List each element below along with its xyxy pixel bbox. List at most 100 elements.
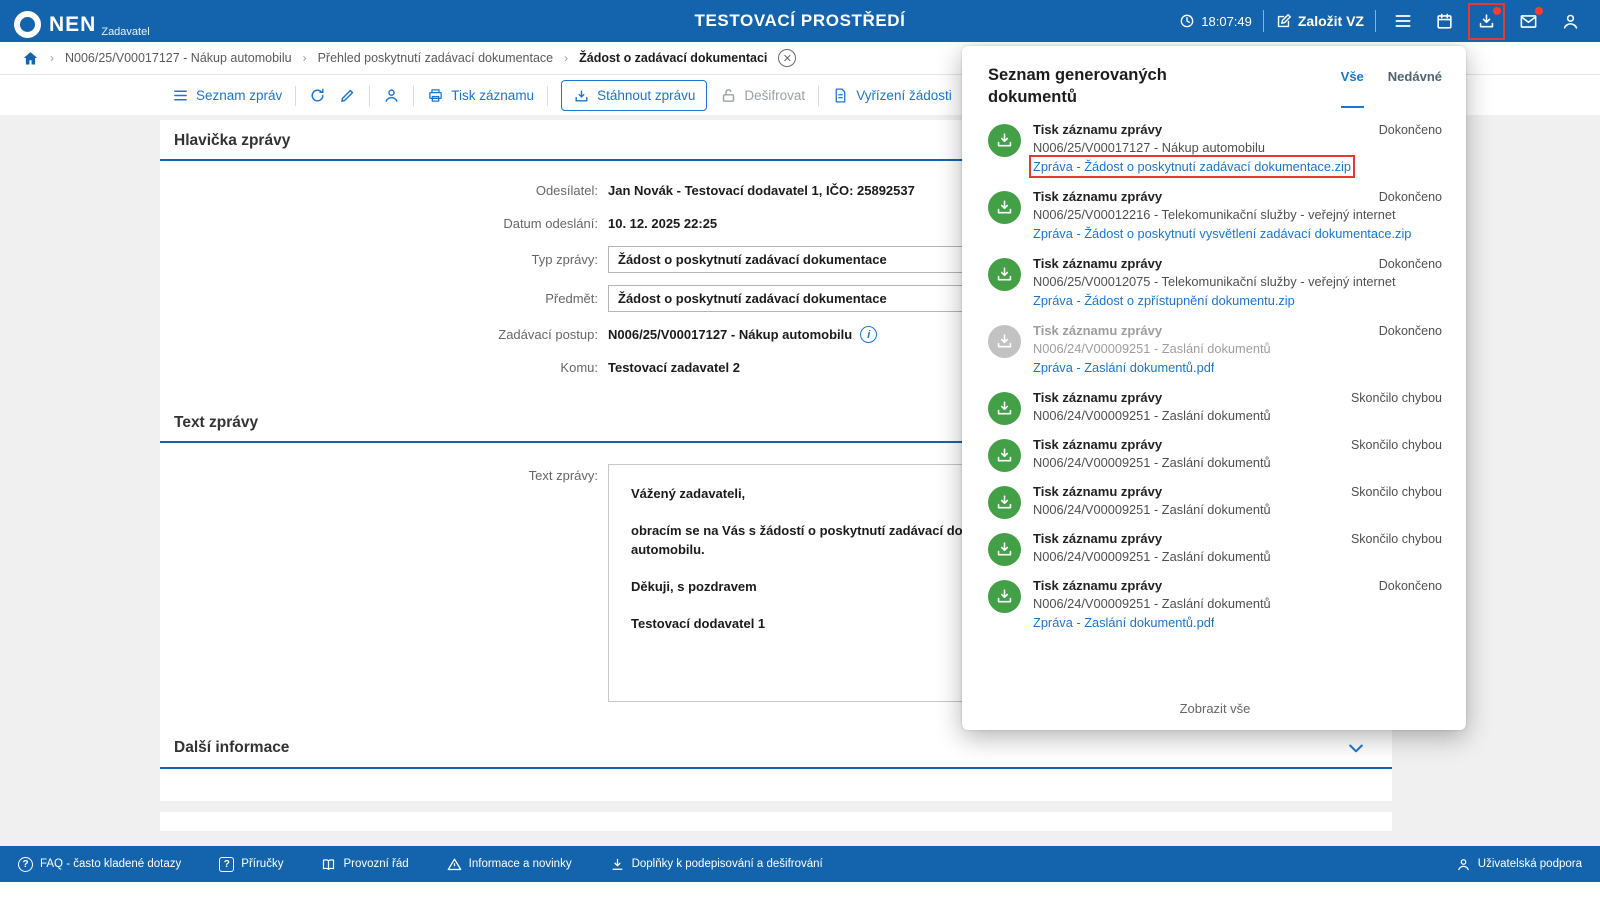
tab-recent[interactable]: Nedávné: [1388, 69, 1442, 108]
toolbar-recipients-button[interactable]: [383, 87, 400, 104]
divider: [547, 86, 548, 106]
footer-rules-link[interactable]: Provozní řád: [321, 857, 408, 872]
breadcrumb-separator: ›: [50, 51, 54, 65]
section-header-more-info[interactable]: Další informace: [160, 726, 1392, 769]
menu-icon[interactable]: [1387, 6, 1418, 37]
divider: [413, 86, 414, 106]
toolbar-message-list-button[interactable]: Seznam zpráv: [172, 87, 282, 104]
toolbar-refresh-button[interactable]: [309, 87, 326, 104]
download-box-icon: [573, 87, 590, 104]
panel-tabs: Vše Nedávné: [1341, 64, 1442, 108]
toolbar-edit-button[interactable]: [339, 87, 356, 104]
footer-plugins-link[interactable]: Doplňky k podepisování a dešifrování: [610, 857, 823, 872]
printer-icon: [427, 87, 444, 104]
doc-status: Dokončeno: [1379, 324, 1442, 338]
generated-doc-item: Tisk záznamu zprávyDokončeno N006/25/V00…: [988, 122, 1442, 177]
footer-faq-link[interactable]: ? FAQ - často kladené dotazy: [18, 857, 181, 872]
generated-documents-list: Tisk záznamu zprávyDokončeno N006/25/V00…: [988, 122, 1442, 691]
divider: [818, 86, 819, 106]
empty-strip: [160, 812, 1392, 831]
download-success-icon: [988, 392, 1021, 425]
download-success-icon: [988, 191, 1021, 224]
footer-support-link[interactable]: Uživatelská podpora: [1456, 857, 1582, 872]
download-success-icon: [988, 486, 1021, 519]
notification-dot: [1535, 7, 1543, 15]
generated-doc-item: Tisk záznamu zprávySkončilo chybou N006/…: [988, 484, 1442, 519]
doc-download-link[interactable]: Zpráva - Žádost o poskytnutí zadávací do…: [1033, 159, 1351, 174]
question-circle-icon: ?: [18, 857, 33, 872]
user-icon[interactable]: [1555, 6, 1586, 37]
breadcrumb-item-current: Žádost o zadávací dokumentaci: [579, 51, 767, 65]
breadcrumb-separator: ›: [564, 51, 568, 65]
toolbar-download-message-button[interactable]: Stáhnout zprávu: [561, 80, 707, 111]
brand-role: Zadavatel: [101, 26, 149, 38]
doc-status: Skončilo chybou: [1351, 485, 1442, 499]
list-icon: [172, 87, 189, 104]
footer-news-link[interactable]: Informace a novinky: [447, 857, 572, 872]
doc-download-link[interactable]: Zpráva - Žádost o zpřístupnění dokumentu…: [1033, 293, 1295, 308]
clock-icon: [1179, 13, 1195, 29]
download-muted-icon: [988, 325, 1021, 358]
create-vz-button[interactable]: Založit VZ: [1275, 13, 1364, 30]
nen-logo[interactable]: NEN Zadavatel: [14, 4, 244, 38]
doc-status: Dokončeno: [1379, 190, 1442, 204]
breadcrumb-item-procedure[interactable]: N006/25/V00017127 - Nákup automobilu: [65, 51, 292, 65]
section-title: Další informace: [174, 739, 289, 757]
calendar-icon[interactable]: [1429, 6, 1460, 37]
panel-title: Seznam generovaných dokumentů: [988, 64, 1218, 108]
doc-download-link[interactable]: Zpráva - Zaslání dokumentů.pdf: [1033, 360, 1214, 375]
notification-dot: [1493, 7, 1501, 15]
footer-bar: ? FAQ - často kladené dotazy ? Příručky …: [0, 846, 1600, 882]
footer-manuals-link[interactable]: ? Příručky: [219, 857, 283, 872]
generated-doc-item: Tisk záznamu zprávyDokončeno N006/24/V00…: [988, 323, 1442, 378]
refresh-icon: [309, 87, 326, 104]
download-success-icon: [988, 439, 1021, 472]
downloads-icon[interactable]: [1471, 6, 1502, 37]
tab-all[interactable]: Vše: [1341, 69, 1364, 108]
home-icon[interactable]: [22, 50, 39, 67]
edit-icon: [1275, 13, 1292, 30]
doc-status: Skončilo chybou: [1351, 532, 1442, 546]
doc-download-link[interactable]: Zpráva - Zaslání dokumentů.pdf: [1033, 615, 1214, 630]
doc-download-link[interactable]: Zpráva - Žádost o poskytnutí vysvětlení …: [1033, 226, 1411, 241]
toolbar-decrypt-button[interactable]: Dešifrovat: [720, 87, 805, 104]
download-success-icon: [988, 580, 1021, 613]
divider: [295, 86, 296, 106]
doc-status: Dokončeno: [1379, 123, 1442, 137]
close-icon[interactable]: ✕: [778, 49, 796, 67]
person-icon: [383, 87, 400, 104]
edit-icon: [339, 87, 356, 104]
support-person-icon: [1456, 857, 1471, 872]
download-success-icon: [988, 533, 1021, 566]
nen-logo-icon: [14, 11, 41, 38]
document-icon: [832, 87, 849, 104]
info-icon[interactable]: i: [860, 326, 877, 343]
download-success-icon: [988, 258, 1021, 291]
generated-doc-item: Tisk záznamu zprávySkončilo chybou N006/…: [988, 531, 1442, 566]
section-title: Hlavička zprávy: [174, 132, 290, 150]
doc-status: Dokončeno: [1379, 257, 1442, 271]
show-all-link[interactable]: Zobrazit vše: [988, 691, 1442, 716]
unlock-icon: [720, 87, 737, 104]
section-title: Text zprávy: [174, 414, 258, 432]
panel-header: Seznam generovaných dokumentů Vše Nedávn…: [988, 64, 1442, 108]
divider: [1375, 10, 1376, 32]
server-clock: 18:07:49: [1179, 13, 1252, 29]
generated-doc-item: Tisk záznamu zprávySkončilo chybou N006/…: [988, 390, 1442, 425]
breadcrumb-item-overview[interactable]: Přehled poskytnutí zadávací dokumentace: [318, 51, 554, 65]
download-success-icon: [988, 124, 1021, 157]
mail-icon[interactable]: [1513, 6, 1544, 37]
generated-doc-item: Tisk záznamu zprávyDokončeno N006/24/V00…: [988, 578, 1442, 633]
generated-doc-item: Tisk záznamu zprávyDokončeno N006/25/V00…: [988, 256, 1442, 311]
chevron-down-icon[interactable]: [1346, 738, 1366, 758]
generated-doc-item: Tisk záznamu zprávySkončilo chybou N006/…: [988, 437, 1442, 472]
breadcrumb-separator: ›: [303, 51, 307, 65]
doc-status: Skončilo chybou: [1351, 391, 1442, 405]
toolbar-process-request-button[interactable]: Vyřízení žádosti: [832, 87, 952, 104]
divider: [369, 86, 370, 106]
divider: [1263, 10, 1264, 32]
book-icon: [321, 857, 336, 872]
warning-icon: [447, 857, 462, 872]
toolbar-print-record-button[interactable]: Tisk záznamu: [427, 87, 534, 104]
doc-status: Skončilo chybou: [1351, 438, 1442, 452]
